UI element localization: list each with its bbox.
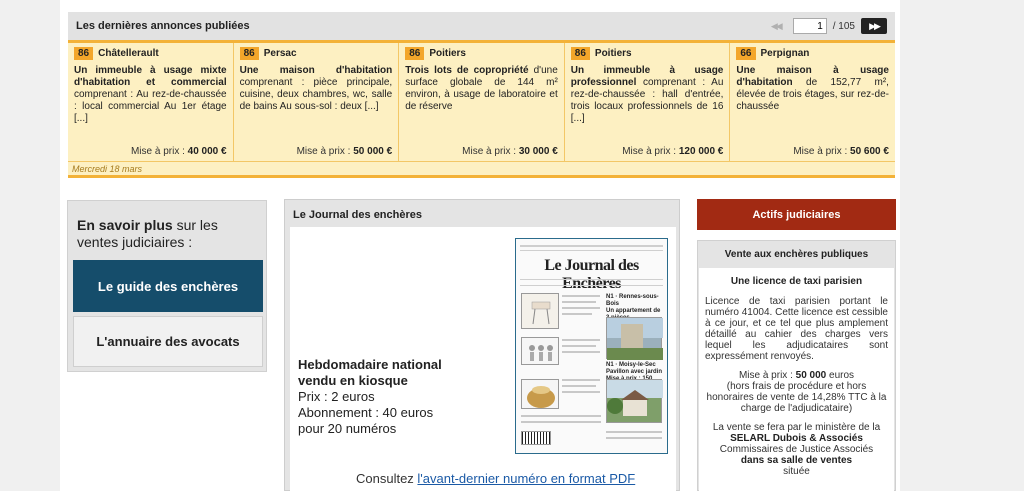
listing-description: Une maison à usage d'habitation de 152,7… [736,65,889,113]
price-note: (hors frais de procédure et hors honorai… [706,381,887,414]
page: Les dernières annonces publiées ◀◀ / 105… [60,0,900,491]
sale-place: dans sa salle de ventes [740,455,853,466]
journal-subscription: Abonnement : 40 euros [298,405,434,420]
listings-header: Les dernières annonces publiées ◀◀ / 105… [68,12,895,43]
price-label: Mise à prix : [793,146,851,157]
listing-card[interactable]: 86 Persac Une maison d'habitation compren… [234,43,400,161]
price-value: 50 600 € [850,146,889,157]
page-number-input[interactable] [792,18,827,34]
price-label: Mise à prix : [296,146,354,157]
price-label: Mise à prix : [738,370,796,381]
pager: ◀◀ / 105 ▶▶ [763,18,887,34]
next-page-icon[interactable]: ▶▶ [861,18,887,34]
public-auction-body: Une licence de taxi parisien Licence de … [699,268,894,491]
journal-price: Prix : 2 euros [298,389,375,404]
auction-price: Mise à prix : 50 000 euros (hors frais d… [705,370,888,414]
price-unit: euros [826,370,855,381]
auction-sale-info: La vente se fera par le ministère de la … [705,422,888,477]
auction-heading[interactable]: Une licence de taxi parisien [705,276,888,287]
listing-card[interactable]: 86 Poitiers Trois lots de copropriété d'u… [399,43,565,161]
sale-company: SELARL Dubois & Associés [730,433,863,444]
journal-cover-image[interactable]: Le Journal des Enchères N1 · Rennes-sous… [515,238,668,454]
consult-text: Consultez [356,471,418,486]
price-value: 40 000 € [187,146,227,157]
cover-photo [606,317,663,360]
pdf-issue-link[interactable]: l'avant-dernier numéro en format PDF [417,471,635,486]
barcode-icon [521,431,551,445]
price-value: 120 000 € [678,146,724,157]
price-value: 50 000 [795,370,827,381]
journal-description: Hebdomadaire national vendu en kiosque P… [298,357,478,437]
public-auction-title: Vente aux enchères publiques [724,249,869,260]
listing-card[interactable]: 66 Perpignan Une maison à usage d'habitat… [730,43,895,161]
listing-city: Poitiers [429,48,466,59]
journal-desc-line1: Hebdomadaire national [298,357,442,372]
latest-listings-panel: Les dernières annonces publiées ◀◀ / 105… [68,12,895,182]
learn-more-bold: En savoir plus [77,217,173,233]
journal-panel: Le Journal des enchères Hebdomadaire nat… [284,199,680,491]
listing-price: Mise à prix : 50 000 € [297,146,393,157]
listing-price: Mise à prix : 30 000 € [462,146,558,157]
learn-more-box: En savoir plus sur les ventes judiciaire… [67,200,267,372]
cover-photo [606,379,663,423]
listing-description: Une maison d'habitation comprenant : piè… [240,65,393,113]
department-badge: 86 [239,47,259,60]
listing-title: Une maison d'habitation [239,65,393,76]
price-value: 50 000 € [353,146,393,157]
listing-title: Un immeuble à usage mixte d'habitation e… [74,65,227,88]
publication-date: Mercredi 18 mars [68,161,895,178]
journal-desc-line2: vendu en kiosque [298,373,408,388]
price-value: 30 000 € [518,146,558,157]
listing-price: Mise à prix : 120 000 € [622,146,723,157]
listings-title: Les dernières annonces publiées [76,20,250,32]
department-badge: 86 [74,47,94,60]
listing-city: Poitiers [594,48,632,59]
sale-line: située [783,466,810,477]
sale-line: La vente se fera par le ministère de la [712,422,881,433]
journal-title: Le Journal des enchères [293,209,422,221]
listing-cards: 86 Châtellerault Un immeuble à usage mixt… [68,43,895,161]
listing-text: comprenant : Au rez-de-chaussée : local … [74,89,227,124]
department-badge: 86 [405,47,425,60]
journal-consult-line: Consultez l'avant-dernier numéro en form… [356,471,635,486]
listing-description: Un immeuble à usage professionnel compre… [571,65,724,125]
department-badge: 86 [570,47,590,60]
previous-page-icon[interactable]: ◀◀ [763,18,789,34]
listing-card[interactable]: 86 Poitiers Un immeuble à usage professio… [565,43,731,161]
cover-photo [521,379,559,409]
listing-card[interactable]: 86 Châtellerault Un immeuble à usage mixt… [68,43,234,161]
page-total: / 105 [832,20,855,32]
department-badge: 66 [736,47,756,60]
listing-city: Persac [263,48,297,59]
journal-cover-title: Le Journal des Enchères [544,257,639,292]
price-label: Mise à prix : [130,146,188,157]
learn-more-text: En savoir plus sur les ventes judiciaire… [68,201,266,259]
journal-body: Hebdomadaire national vendu en kiosque P… [290,227,676,491]
listing-text: comprenant : pièce principale, cuisine, … [239,77,393,112]
listing-city: Perpignan [760,48,810,59]
sale-line: Commissaires de Justice Associés [719,444,874,455]
judicial-assets-button[interactable]: Actifs judiciaires [697,199,896,230]
auction-description: Licence de taxi parisien portant le numé… [705,296,888,362]
listing-price: Mise à prix : 40 000 € [131,146,227,157]
cover-photo [521,293,559,329]
listing-price: Mise à prix : 50 600 € [793,146,889,157]
public-auction-panel: Vente aux enchères publiques Une licence… [697,240,896,491]
price-label: Mise à prix : [622,146,679,157]
listing-title: Trois lots de copropriété [405,65,529,76]
cover-photo [521,337,559,365]
price-label: Mise à prix : [462,146,519,157]
listing-description: Trois lots de copropriété d'une surface … [405,65,558,113]
listing-description: Un immeuble à usage mixte d'habitation e… [74,65,227,125]
journal-issues: pour 20 numéros [298,421,397,436]
listing-city: Châtellerault [98,48,159,59]
lawyers-directory-button[interactable]: L'annuaire des avocats [73,316,263,367]
auction-guide-button[interactable]: Le guide des enchères [73,260,263,312]
